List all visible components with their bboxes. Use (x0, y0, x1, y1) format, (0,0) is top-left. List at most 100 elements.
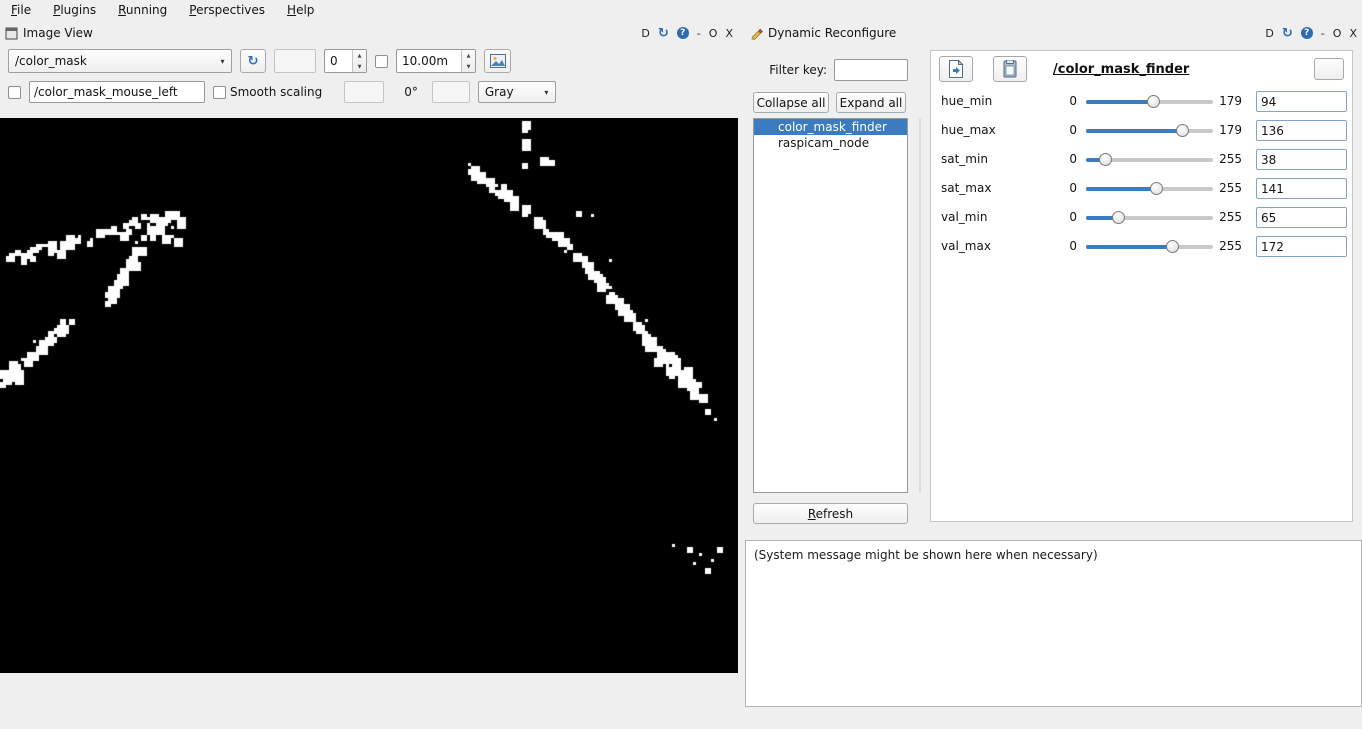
spin-buttons[interactable]: ▲ ▼ (352, 50, 366, 72)
collapse-all-button[interactable]: Collapse all (753, 92, 829, 113)
toolbar-blank-field[interactable] (432, 81, 470, 103)
save-image-button[interactable] (484, 49, 511, 73)
param-slider[interactable] (1086, 124, 1213, 137)
smooth-scaling-checkbox[interactable] (213, 86, 226, 99)
load-config-button[interactable] (993, 56, 1027, 82)
color-mask-image[interactable] (0, 118, 738, 673)
filter-key-label: Filter key: (769, 63, 827, 77)
maximize-button[interactable]: O (709, 27, 718, 40)
help-icon[interactable]: ? (1301, 27, 1313, 39)
slider-handle[interactable] (1112, 211, 1125, 224)
system-message-text: (System message might be shown here when… (754, 548, 1098, 562)
param-max: 179 (1216, 87, 1242, 116)
param-value-input[interactable] (1256, 149, 1347, 170)
slider-handle[interactable] (1099, 153, 1112, 166)
refresh-button[interactable]: Refresh (753, 503, 908, 524)
chevron-down-icon: ▾ (538, 88, 555, 97)
image-view-titlebar: Image View D ↻ ? - O X (0, 22, 738, 44)
help-glyph: ? (680, 28, 685, 38)
slider-fill (1086, 245, 1172, 249)
reload-plugin-icon[interactable]: ↻ (1282, 28, 1293, 39)
param-row: val_max 0 255 (931, 232, 1352, 261)
param-min: 0 (1061, 116, 1077, 145)
reload-plugin-icon[interactable]: ↻ (658, 28, 669, 39)
collapse-all-label: Collapse all (757, 96, 826, 110)
param-value-input[interactable] (1256, 178, 1347, 199)
param-slider[interactable] (1086, 95, 1213, 108)
slider-handle[interactable] (1150, 182, 1163, 195)
max-range-value: 10.00m (397, 50, 461, 72)
param-slider[interactable] (1086, 240, 1213, 253)
help-icon[interactable]: ? (677, 27, 689, 39)
menu-item-plugins[interactable]: Plugins (50, 1, 105, 19)
param-min: 0 (1061, 203, 1077, 232)
expand-all-button[interactable]: Expand all (836, 92, 906, 113)
save-config-button[interactable] (939, 56, 973, 82)
color-scheme-dropdown[interactable]: Gray ▾ (478, 81, 556, 103)
system-message-area: (System message might be shown here when… (745, 540, 1362, 707)
param-row: sat_max 0 255 (931, 174, 1352, 203)
menu-item-perspectives[interactable]: Perspectives (186, 1, 274, 19)
param-slider[interactable] (1086, 153, 1213, 166)
image-view-title: Image View (23, 26, 93, 40)
filter-key-input[interactable] (834, 59, 908, 81)
menu-bar: File Plugins Running Perspectives Help (0, 0, 1362, 20)
detach-button[interactable]: D (1265, 27, 1273, 40)
param-label: sat_max (941, 174, 1056, 203)
chevron-down-icon: ▾ (214, 57, 231, 66)
open-file-icon (1002, 60, 1018, 78)
max-range-spinbox[interactable]: 10.00m ▲ ▼ (396, 49, 476, 73)
slider-handle[interactable] (1147, 95, 1160, 108)
node-item-color-mask-finder[interactable]: color_mask_finder (754, 119, 907, 135)
param-value-input[interactable] (1256, 236, 1347, 257)
save-file-icon (948, 60, 964, 78)
image-view-toolbar: /color_mask ▾ ↻ 0 ▲ ▼ 10.00m ▲ ▼ (0, 47, 738, 75)
param-rows: hue_min 0 179 hue_max 0 179 sat_min (931, 87, 1352, 261)
spin-buttons[interactable]: ▲ ▼ (461, 50, 475, 72)
image-view-toolbar-2: Smooth scaling 0° Gray ▾ (0, 79, 738, 105)
param-max: 255 (1216, 232, 1242, 261)
spin-down-icon[interactable]: ▼ (353, 61, 366, 72)
param-max: 255 (1216, 145, 1242, 174)
dynamic-reconfigure-titlebar: Dynamic Reconfigure D ↻ ? - O X (745, 22, 1362, 44)
param-label: hue_max (941, 116, 1056, 145)
param-value-input[interactable] (1256, 91, 1347, 112)
close-button[interactable]: X (1349, 27, 1357, 40)
spin-up-icon[interactable]: ▲ (462, 50, 475, 61)
param-panel-title: /color_mask_finder (1053, 62, 1189, 77)
refresh-topics-button[interactable]: ↻ (240, 49, 266, 73)
param-panel: /color_mask_finder hue_min 0 179 hue_max… (930, 50, 1353, 522)
slider-handle[interactable] (1176, 124, 1189, 137)
menu-item-running[interactable]: Running (115, 1, 176, 19)
toolbar-blank-field[interactable] (344, 81, 384, 103)
param-value-input[interactable] (1256, 120, 1347, 141)
topic-dropdown[interactable]: /color_mask ▾ (8, 49, 232, 73)
dynamic-range-checkbox[interactable] (375, 55, 388, 68)
param-label: val_max (941, 232, 1056, 261)
menu-item-help[interactable]: Help (284, 1, 323, 19)
node-list: color_mask_finder raspicam_node (753, 118, 908, 493)
spin-up-icon[interactable]: ▲ (353, 50, 366, 61)
param-row: hue_max 0 179 (931, 116, 1352, 145)
minimize-button[interactable]: - (1321, 27, 1325, 40)
menu-item-file[interactable]: File (8, 1, 40, 19)
slider-handle[interactable] (1166, 240, 1179, 253)
detach-button[interactable]: D (641, 27, 649, 40)
toolbar-blank-field[interactable] (274, 49, 316, 73)
maximize-button[interactable]: O (1333, 27, 1342, 40)
spin-down-icon[interactable]: ▼ (462, 61, 475, 72)
param-min: 0 (1061, 87, 1077, 116)
param-panel-header: /color_mask_finder (939, 55, 1344, 83)
blank-button[interactable] (1314, 58, 1344, 80)
publish-click-checkbox[interactable] (8, 86, 21, 99)
param-value-input[interactable] (1256, 207, 1347, 228)
minimize-button[interactable]: - (697, 27, 701, 40)
close-button[interactable]: X (725, 27, 733, 40)
param-slider[interactable] (1086, 211, 1213, 224)
param-slider[interactable] (1086, 182, 1213, 195)
node-item-raspicam-node[interactable]: raspicam_node (754, 135, 907, 151)
splitter-handle[interactable] (916, 118, 923, 493)
color-scheme-value: Gray (479, 85, 538, 99)
zoom-spinbox[interactable]: 0 ▲ ▼ (324, 49, 367, 73)
mouse-click-topic-input[interactable] (29, 81, 205, 103)
